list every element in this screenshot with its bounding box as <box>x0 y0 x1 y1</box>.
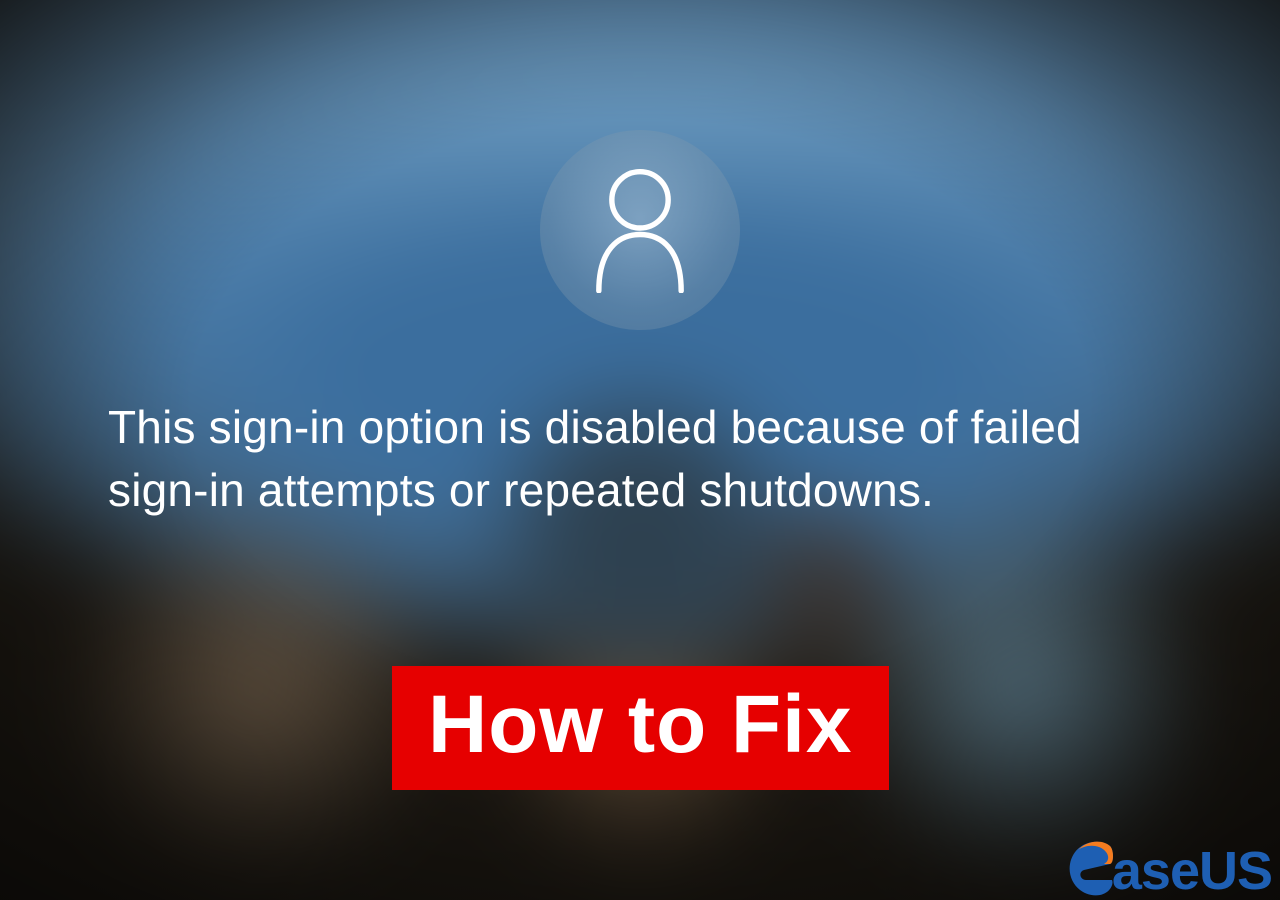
easeus-logo-mark <box>1066 840 1114 898</box>
easeus-logo: aseUS <box>1066 840 1272 898</box>
how-to-fix-badge: How to Fix <box>392 666 889 790</box>
user-icon <box>585 163 695 298</box>
signin-disabled-message: This sign-in option is disabled because … <box>108 396 1172 521</box>
easeus-logo-text: aseUS <box>1112 844 1272 898</box>
user-avatar <box>540 130 740 330</box>
